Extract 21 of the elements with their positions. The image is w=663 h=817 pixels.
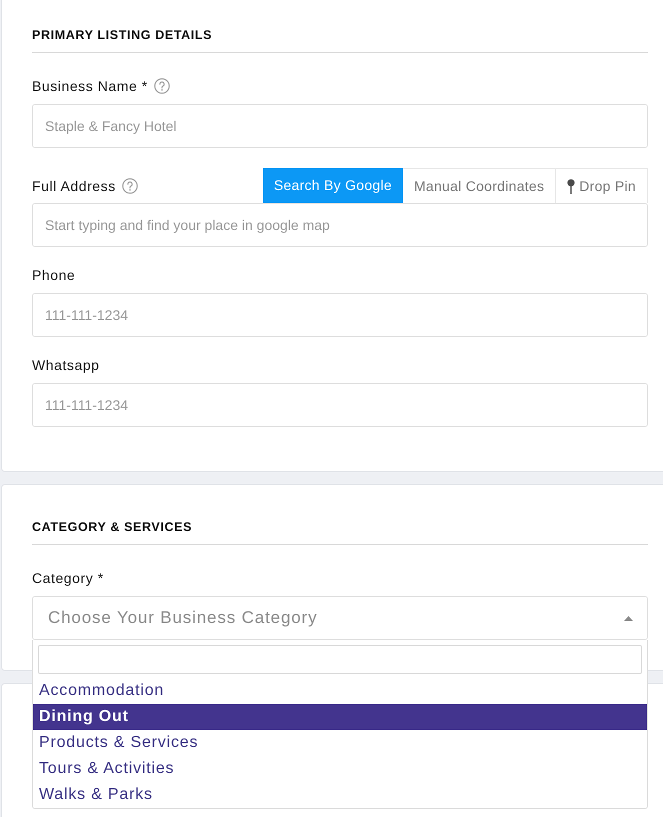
text-input[interactable]: Staple & Fancy Hotel — [32, 104, 648, 148]
dropdown-option[interactable]: Dining Out — [33, 704, 647, 730]
dropdown-option[interactable]: Products & Services — [33, 730, 647, 756]
text-input[interactable]: Start typing and find your place in google map — [32, 203, 648, 247]
address-mode-tab[interactable]: Drop Pin — [556, 168, 648, 203]
field-label: Category * — [32, 571, 104, 585]
dropdown-option[interactable]: Walks & Parks — [33, 782, 647, 808]
address-mode-tab[interactable]: Manual Coordinates — [402, 168, 556, 203]
field-label: Business Name * — [32, 79, 148, 93]
section-heading: CATEGORY & SERVICES — [32, 520, 192, 534]
dropdown-option[interactable]: Tours & Activities — [33, 756, 647, 782]
section-heading: PRIMARY LISTING DETAILS — [32, 28, 212, 42]
dropdown-option[interactable]: Accommodation — [33, 678, 647, 704]
text-input[interactable]: 111-111-1234 — [32, 293, 648, 337]
help-icon[interactable] — [122, 178, 138, 194]
field-label: Phone — [32, 268, 76, 282]
field-label: Full Address — [32, 178, 116, 192]
dropdown-search-field[interactable] — [38, 645, 642, 674]
text-input[interactable]: 111-111-1234 — [32, 383, 648, 427]
help-icon[interactable] — [154, 78, 170, 94]
field-label: Whatsapp — [32, 358, 100, 372]
